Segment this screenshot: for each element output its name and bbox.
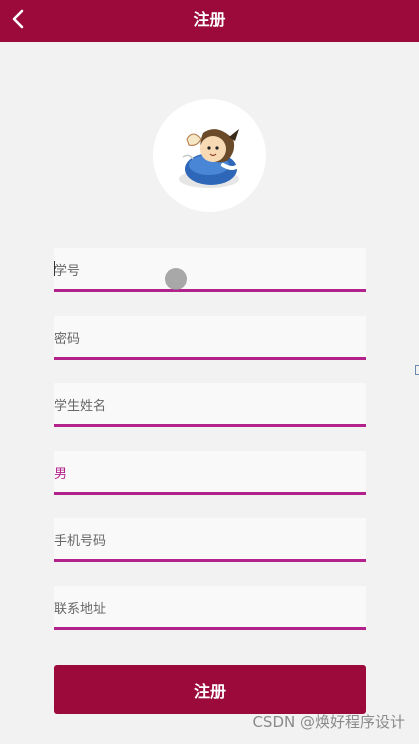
phone-field[interactable]: 手机号码 (54, 518, 366, 562)
student-name-input[interactable] (54, 383, 366, 424)
top-app-bar: 注册 (0, 0, 419, 42)
password-input[interactable] (54, 316, 366, 357)
address-input[interactable] (54, 586, 366, 627)
gender-field[interactable]: 男 (54, 451, 366, 495)
gender-input[interactable] (54, 451, 366, 492)
page-title: 注册 (193, 10, 226, 29)
cartoon-avatar-image (179, 129, 241, 188)
register-button[interactable]: 注册 (54, 665, 366, 714)
text-caret (54, 261, 55, 276)
scroll-edge-marker (415, 365, 419, 375)
watermark-text: CSDN @焕好程序设计 (252, 713, 405, 731)
password-field[interactable]: 密码 (54, 316, 366, 360)
student-name-field[interactable]: 学生姓名 (54, 383, 366, 427)
phone-input[interactable] (54, 518, 366, 559)
address-field[interactable]: 联系地址 (54, 586, 366, 630)
student-id-field[interactable]: 学号 (54, 248, 366, 292)
avatar[interactable] (153, 99, 266, 212)
student-id-input[interactable] (54, 248, 366, 289)
touch-indicator (165, 268, 187, 290)
